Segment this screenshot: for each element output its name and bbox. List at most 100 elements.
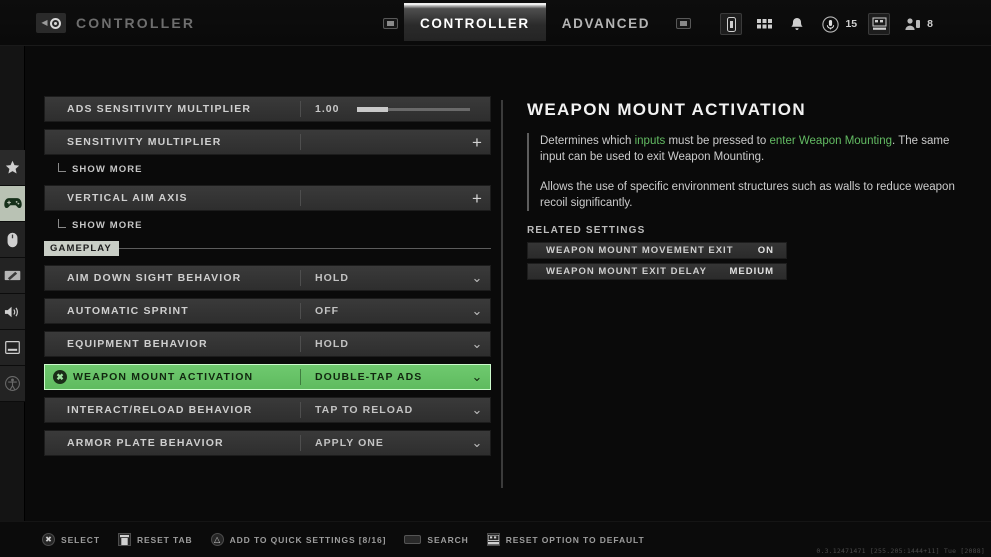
setting-value: TAP TO RELOAD [315, 404, 414, 416]
setting-label: EQUIPMENT BEHAVIOR [67, 338, 208, 350]
microphone-icon [819, 13, 841, 35]
back-circle-icon[interactable]: ◀ [36, 13, 66, 33]
microphone-status[interactable]: 15 [819, 13, 857, 35]
hint-reset-option-to-default[interactable]: RESET OPTION TO DEFAULT [486, 533, 645, 546]
setting-row-sensitivity-multiplier[interactable]: SENSITIVITY MULTIPLIER + [44, 129, 491, 155]
sensitivity-slider[interactable] [357, 106, 470, 112]
setting-row-armor-plate-behavior[interactable]: ARMOR PLATE BEHAVIOR APPLY ONE ⌄ [44, 430, 491, 456]
star-icon [5, 160, 20, 175]
related-row-weapon-mount-movement-exit[interactable]: WEAPON MOUNT MOVEMENT EXIT ON [527, 242, 787, 259]
tree-elbow-icon [58, 162, 66, 172]
sidebar-item-graphics[interactable] [0, 258, 25, 294]
setting-row-equipment-behavior[interactable]: EQUIPMENT BEHAVIOR HOLD ⌄ [44, 331, 491, 357]
sidebar-item-accessibility[interactable] [0, 366, 25, 402]
detail-panel: WEAPON MOUNT ACTIVATION Determines which… [527, 100, 967, 284]
detail-description: Determines which inputs must be pressed … [527, 133, 967, 211]
setting-label: VERTICAL AIM AXIS [67, 192, 188, 204]
setting-label: INTERACT/RELOAD BEHAVIOR [67, 404, 253, 416]
setting-row-interact-reload-behavior[interactable]: INTERACT/RELOAD BEHAVIOR TAP TO RELOAD ⌄ [44, 397, 491, 423]
setting-value: OFF [315, 305, 340, 317]
battery-status[interactable] [720, 13, 743, 35]
desc-text-part1: Determines which [540, 135, 635, 147]
tab-advanced[interactable]: ADVANCED [546, 5, 666, 41]
chevron-down-icon[interactable]: ⌄ [464, 336, 490, 352]
rb-bumper-icon [676, 17, 692, 29]
friends-status[interactable]: 8 [901, 13, 933, 35]
hint-search[interactable]: SEARCH [404, 535, 468, 545]
sidebar-item-controller[interactable] [0, 186, 25, 222]
tab-controller[interactable]: CONTROLLER [404, 3, 546, 41]
chevron-down-icon[interactable]: ⌄ [464, 369, 490, 385]
desc-text-part2: must be pressed to [665, 135, 770, 147]
expand-plus-icon[interactable]: + [464, 134, 490, 151]
show-more-label: SHOW MORE [72, 219, 143, 231]
party-social-button[interactable] [868, 13, 891, 35]
setting-label: SENSITIVITY MULTIPLIER [67, 136, 222, 148]
setting-row-automatic-sprint[interactable]: AUTOMATIC SPRINT OFF ⌄ [44, 298, 491, 324]
setting-label: WEAPON MOUNT ACTIVATION [73, 371, 254, 383]
related-row-weapon-mount-exit-delay[interactable]: WEAPON MOUNT EXIT DELAY MEDIUM [527, 263, 787, 280]
setting-row-ads-sensitivity-multiplier[interactable]: ADS SENSITIVITY MULTIPLIER 1.00 [44, 96, 491, 122]
accessibility-icon [5, 376, 20, 391]
setting-value: DOUBLE-TAP ADS [315, 371, 423, 383]
setting-row-aim-down-sight-behavior[interactable]: AIM DOWN SIGHT BEHAVIOR HOLD ⌄ [44, 265, 491, 291]
setting-value: HOLD [315, 338, 349, 350]
tab-bar: CONTROLLER ADVANCED [383, 0, 697, 46]
hint-label: SEARCH [427, 534, 469, 545]
quick-settings-badge-icon: ✖ [53, 370, 67, 384]
show-more-vertical-aim[interactable]: SHOW MORE [58, 216, 491, 234]
y-button-icon: △ [210, 533, 224, 546]
hint-reset-tab[interactable]: RESET TAB [117, 533, 193, 546]
friends-count: 8 [927, 18, 933, 30]
lb-bumper-icon [383, 17, 398, 29]
settings-list[interactable]: ADS SENSITIVITY MULTIPLIER 1.00 SENSITIV… [44, 96, 491, 492]
window-icon [5, 341, 20, 354]
sidebar-item-mouse-keyboard[interactable] [0, 222, 25, 258]
slider-fill [357, 106, 388, 112]
description-paragraph-1: Determines which inputs must be pressed … [540, 133, 967, 165]
show-more-sensitivity[interactable]: SHOW MORE [58, 160, 491, 178]
friends-icon [901, 13, 923, 35]
sidebar-item-interface[interactable] [0, 330, 25, 366]
hint-label: ADD TO QUICK SETTINGS [8/16] [229, 534, 387, 545]
apps-grid-button[interactable] [753, 13, 775, 35]
hint-add-to-quick-settings[interactable]: △ ADD TO QUICK SETTINGS [8/16] [210, 533, 387, 546]
left-rail [0, 46, 25, 557]
show-more-label: SHOW MORE [72, 163, 143, 175]
sidebar-item-audio[interactable] [0, 294, 25, 330]
notifications-button[interactable] [786, 13, 808, 35]
row-divider [300, 134, 301, 150]
breadcrumb: ◀ CONTROLLER [36, 13, 195, 33]
related-value: ON [757, 245, 774, 256]
sidebar-item-favorites[interactable] [0, 150, 25, 186]
mouse-icon [7, 232, 18, 248]
build-stamp: 0.3.12471471 [255.205:1444+11] Tue [2088… [816, 547, 985, 555]
microphone-count: 15 [845, 18, 858, 30]
setting-row-vertical-aim-axis[interactable]: VERTICAL AIM AXIS + [44, 185, 491, 211]
chevron-down-icon[interactable]: ⌄ [464, 435, 490, 451]
setting-value: HOLD [315, 272, 349, 284]
x-button-icon [117, 533, 131, 546]
related-label: WEAPON MOUNT MOVEMENT EXIT [546, 245, 734, 256]
hint-select[interactable]: ✖ SELECT [42, 533, 100, 546]
dpad-icon [486, 533, 500, 546]
chevron-down-icon[interactable]: ⌄ [464, 270, 490, 286]
desc-highlight-enter-weapon-mounting: enter Weapon Mounting [769, 135, 893, 147]
related-value: MEDIUM [729, 266, 774, 277]
list-scrollbar[interactable] [501, 100, 503, 488]
top-bar: ◀ CONTROLLER CONTROLLER ADVANCED 15 8 [0, 0, 991, 46]
hint-label: RESET TAB [136, 534, 193, 545]
section-label: GAMEPLAY [44, 241, 119, 256]
battery-icon [720, 13, 743, 35]
detail-title: WEAPON MOUNT ACTIVATION [527, 100, 806, 119]
hint-label: SELECT [61, 534, 100, 545]
setting-row-weapon-mount-activation[interactable]: ✖ WEAPON MOUNT ACTIVATION DOUBLE-TAP ADS… [44, 364, 491, 390]
party-social-icon [868, 13, 891, 35]
chevron-down-icon[interactable]: ⌄ [464, 402, 490, 418]
chevron-down-icon[interactable]: ⌄ [464, 303, 490, 319]
expand-plus-icon[interactable]: + [464, 190, 490, 207]
circle-glyph [49, 17, 61, 29]
a-button-icon: ✖ [42, 533, 55, 546]
back-arrow-glyph: ◀ [41, 18, 48, 27]
setting-label: AIM DOWN SIGHT BEHAVIOR [67, 272, 242, 284]
